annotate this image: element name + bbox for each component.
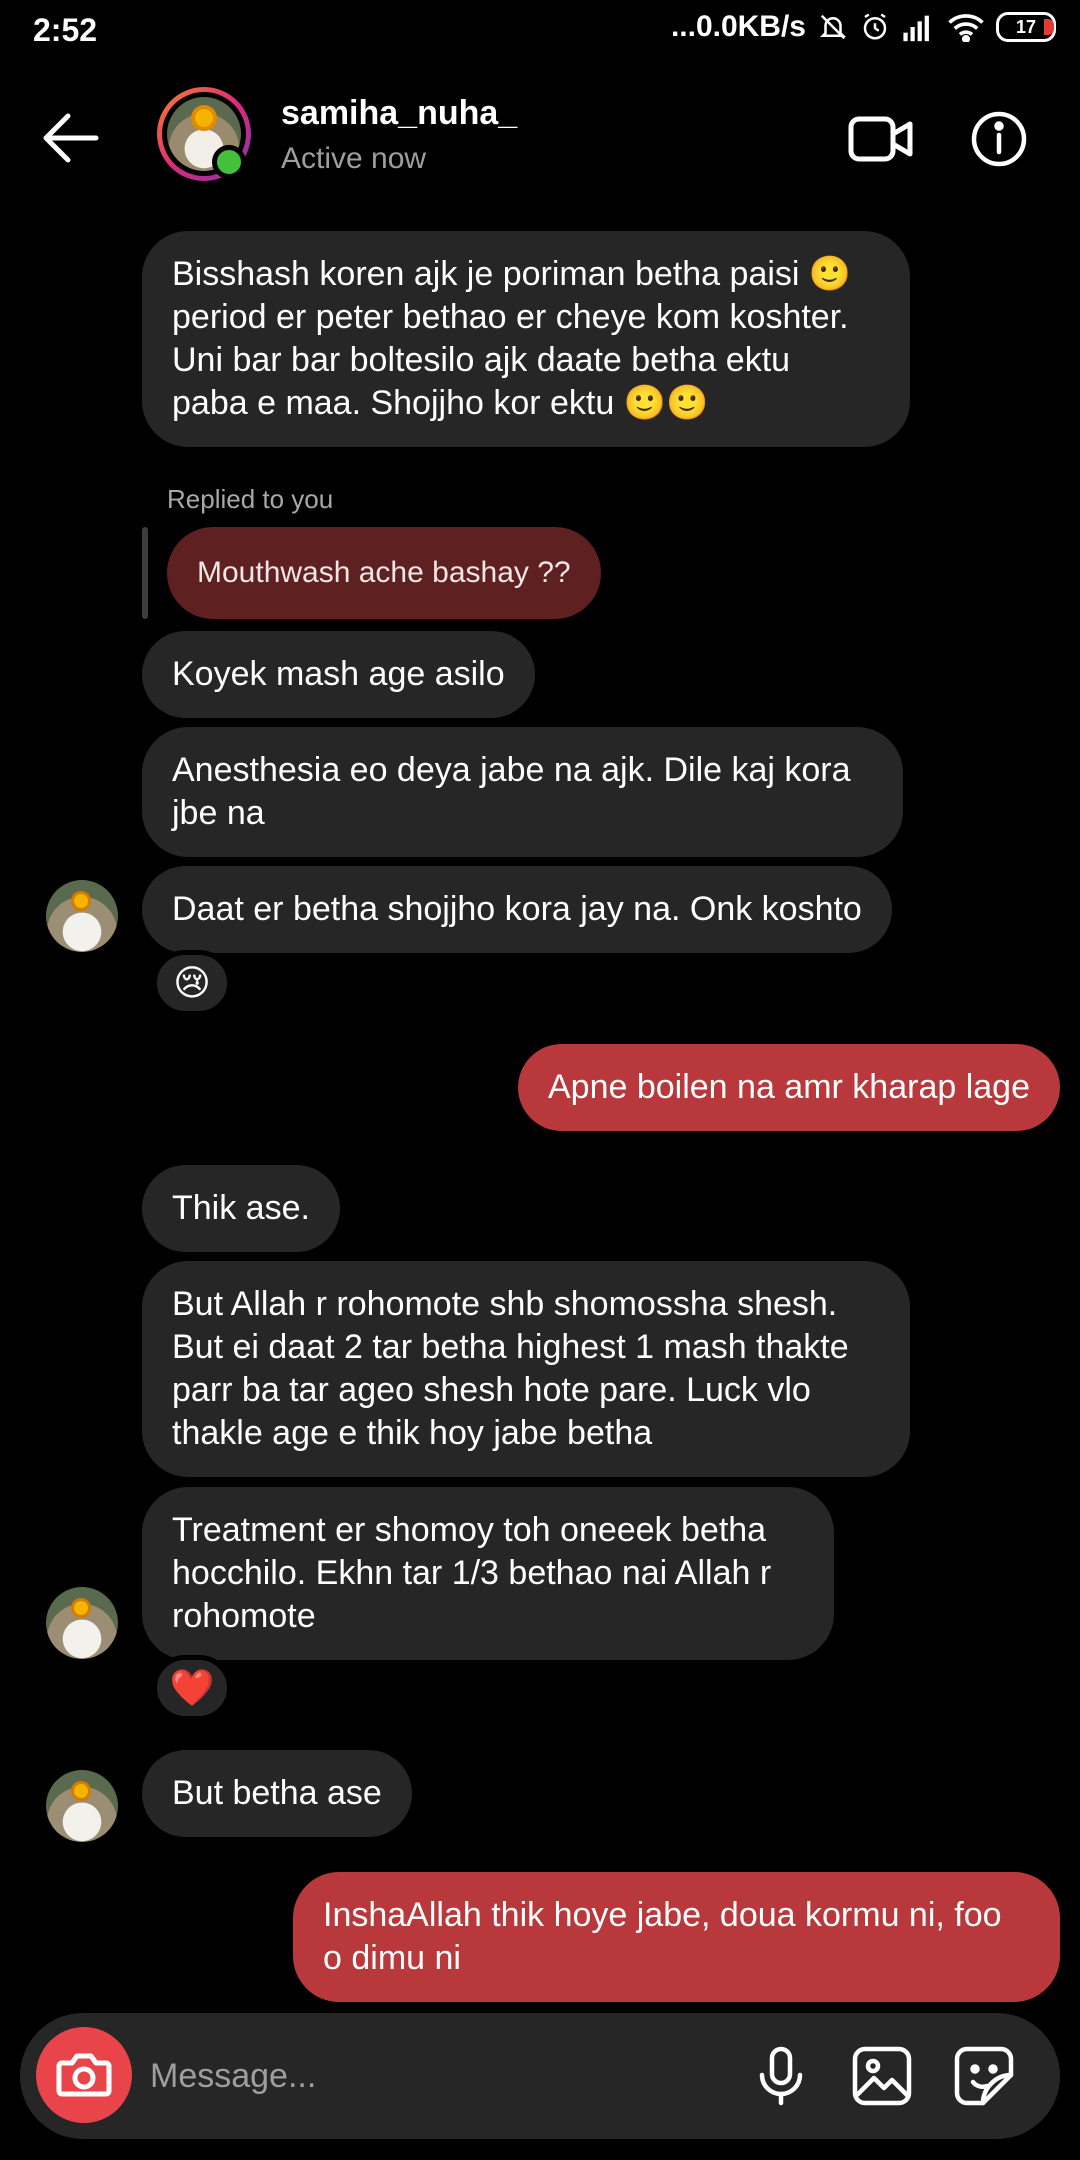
chat-header: samiha_nuha_ Active now [0, 70, 1080, 210]
sticker-icon[interactable] [953, 2045, 1015, 2107]
signal-icon [903, 15, 929, 42]
status-bar: 2:52 ...0.0KB/s 17 [0, 0, 1080, 64]
alarm-icon [863, 13, 887, 40]
back-arrow-icon[interactable] [40, 110, 100, 166]
info-icon[interactable] [970, 110, 1028, 168]
online-indicator [212, 145, 246, 179]
activity-status: Active now [281, 142, 427, 175]
microphone-icon[interactable] [750, 2045, 812, 2107]
message-received[interactable]: Anesthesia eo deya jabe na ajk. Dile kaj… [142, 727, 903, 857]
camera-icon [56, 2053, 112, 2097]
battery-level: 17 [1015, 16, 1037, 37]
replied-message[interactable]: Mouthwash ache bashay ?? [167, 527, 601, 619]
message-received[interactable]: But Allah r rohomote shb shomossha shesh… [142, 1261, 910, 1477]
video-call-icon[interactable] [848, 114, 914, 164]
contact-username[interactable]: samiha_nuha_ [281, 94, 517, 133]
message-received[interactable]: Daat er betha shojjho kora jay na. Onk k… [142, 866, 892, 953]
contact-avatar-small[interactable] [46, 1770, 118, 1842]
message-received[interactable]: Bisshash koren ajk je poriman betha pais… [142, 231, 910, 447]
contact-avatar-small[interactable] [46, 880, 118, 952]
reply-label: Replied to you [167, 484, 334, 514]
message-sent[interactable]: Apne boilen na amr kharap lage [518, 1044, 1060, 1131]
message-received[interactable]: Koyek mash age asilo [142, 631, 535, 718]
reaction-badge[interactable]: 😢 [152, 950, 232, 1016]
camera-button[interactable] [36, 2027, 132, 2123]
battery-icon: 17 [996, 12, 1056, 42]
reaction-badge[interactable]: ❤️ [152, 1655, 232, 1721]
mute-icon [819, 14, 847, 40]
network-speed: ...0.0KB/s [670, 10, 806, 43]
status-icons: ...0.0KB/s 17 [671, 10, 1056, 44]
wifi-icon [948, 14, 984, 42]
message-input[interactable] [150, 2040, 730, 2112]
gallery-icon[interactable] [851, 2045, 913, 2107]
contact-avatar-small[interactable] [46, 1587, 118, 1659]
reply-bar [142, 527, 148, 619]
status-time: 2:52 [33, 12, 98, 48]
message-received[interactable]: But betha ase [142, 1750, 412, 1837]
message-received[interactable]: Thik ase. [142, 1165, 340, 1252]
message-sent[interactable]: InshaAllah thik hoye jabe, doua kormu ni… [293, 1872, 1060, 2002]
message-received[interactable]: Treatment er shomoy toh oneeek betha hoc… [142, 1487, 834, 1660]
